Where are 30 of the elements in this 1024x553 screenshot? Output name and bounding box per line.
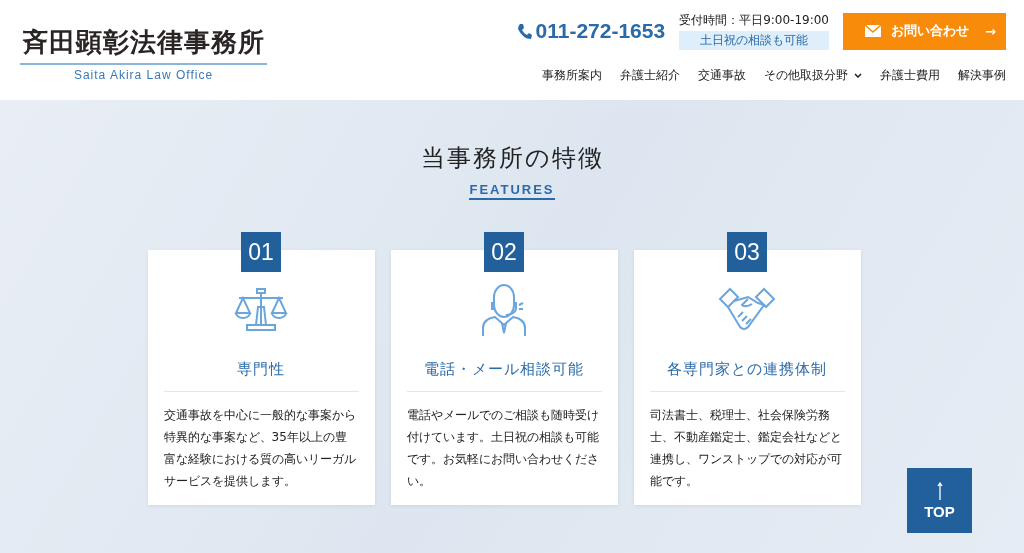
section-title: 当事務所の特徴 [420,143,604,174]
handshake-icon [718,287,776,333]
nav-item[interactable]: 解決事例 [958,67,1006,84]
feature-description: 交通事故を中心に一般的な事案から特異的な事案など、35年以上の豊富な経験における質の高いリーガルサービスを提供します。 [163,407,357,490]
logo-title[interactable]: 斉田顕彰法律事務所 [20,25,267,65]
weekend-note: 土日祝の相談も可能 [679,31,829,50]
nav-item[interactable]: 事務所案内 [542,67,602,84]
logo-subtitle: Saita Akira Law Office [73,68,214,82]
scales-icon [233,287,289,333]
nav-item[interactable]: その他取扱分野 [764,67,862,84]
section-subtitle: FEATURES [469,182,555,200]
feature-description: 電話やメールでのご相談も随時受け付けています。土日祝の相談も可能です。お気軽にお問い合わせください。 [406,407,600,490]
feature-description: 司法書士、税理士、社会保険労務士、不動産鑑定士、鑑定会社などと連携し、ワンストップでの対応が可能です。 [649,407,843,490]
arrow-up-icon [936,481,943,500]
phone-link[interactable]: 011-272-1653 [516,19,666,43]
nav-item[interactable]: 交通事故 [698,67,746,84]
nav-item[interactable]: 弁護士費用 [880,67,940,84]
number-badge: 03 [727,232,767,272]
back-to-top-button[interactable]: TOP [907,468,972,533]
operator-icon [481,283,527,337]
mail-icon [865,25,881,37]
feature-title: 専門性 [163,360,359,392]
feature-title: 各専門家との連携体制 [649,360,845,392]
business-hours: 受付時間：平日9:00-19:00 [679,12,829,29]
number-badge: 02 [484,232,524,272]
nav-item[interactable]: 弁護士紹介 [620,67,680,84]
number-badge: 01 [241,232,281,272]
chevron-down-icon [854,73,862,78]
phone-icon [516,22,532,40]
feature-title: 電話・メール相談可能 [406,360,602,392]
